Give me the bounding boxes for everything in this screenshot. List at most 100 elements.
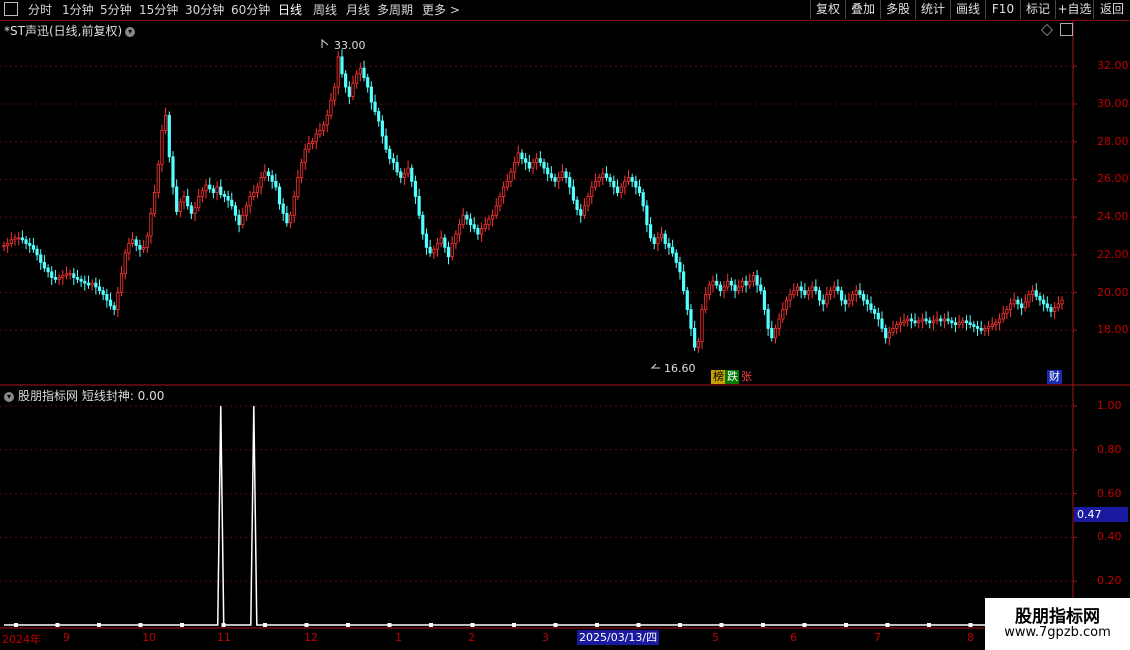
candle — [255, 183, 260, 199]
candle — [237, 209, 241, 233]
candle — [336, 51, 340, 95]
toolbar-button-8[interactable]: 返回 — [1093, 0, 1130, 19]
period-8[interactable]: 月线 — [346, 2, 370, 18]
candle — [432, 245, 436, 259]
window-menu-icon[interactable] — [4, 2, 18, 16]
candle — [575, 196, 579, 216]
date-label: 11 — [217, 631, 231, 644]
candle — [222, 190, 227, 203]
toolbar-button-3[interactable]: 统计 — [915, 0, 950, 19]
chart-canvas[interactable]: 33.00 16.60 — [0, 0, 1130, 650]
candle — [744, 275, 748, 293]
candle — [865, 294, 869, 312]
badge-zhang[interactable]: 张 — [739, 370, 754, 384]
candle — [674, 249, 678, 269]
candle — [862, 290, 866, 306]
dropdown-icon[interactable]: ▾ — [125, 26, 136, 37]
badge-bang[interactable]: 榜 — [711, 370, 726, 384]
candle — [450, 236, 454, 261]
candle — [116, 286, 120, 318]
indicator-dot — [802, 623, 807, 627]
candle — [667, 237, 671, 255]
candle — [524, 153, 528, 170]
candle — [920, 313, 925, 329]
candle — [347, 81, 351, 104]
candle — [178, 198, 182, 218]
candle — [542, 158, 546, 174]
candle — [869, 296, 873, 314]
toolbar-button-2[interactable]: 多股 — [880, 0, 915, 19]
candle — [211, 185, 215, 199]
candle — [288, 211, 293, 229]
candle — [516, 145, 520, 167]
candle — [160, 124, 164, 172]
candle — [94, 277, 98, 295]
indicator-dot — [512, 623, 516, 627]
period-7[interactable]: 周线 — [313, 2, 337, 18]
y-tick-main: 20.00 — [1097, 285, 1129, 299]
candle — [527, 154, 531, 172]
candle — [233, 202, 238, 221]
toolbar-button-6[interactable]: 标记 — [1020, 0, 1055, 19]
period-2[interactable]: 5分钟 — [100, 2, 132, 18]
candle — [950, 317, 954, 329]
candle — [1034, 283, 1038, 301]
period-1[interactable]: 1分钟 — [62, 2, 94, 18]
candle — [615, 179, 620, 197]
candle — [997, 313, 1002, 331]
candle — [873, 305, 877, 319]
candle — [682, 264, 686, 295]
watermark-url: www.7gpzb.com — [1004, 625, 1111, 640]
candle — [230, 192, 234, 210]
period-10[interactable]: 更多 > — [422, 2, 460, 18]
candle — [134, 236, 138, 252]
candle — [461, 207, 465, 229]
candle — [79, 275, 83, 287]
period-4[interactable]: 30分钟 — [185, 2, 224, 18]
candle — [164, 107, 168, 135]
toolbar-button-4[interactable]: 画线 — [950, 0, 985, 19]
period-9[interactable]: 多周期 — [377, 2, 413, 18]
period-6[interactable]: 日线 — [278, 2, 302, 18]
candle — [17, 232, 21, 246]
candle — [380, 115, 384, 144]
candle — [443, 234, 447, 253]
candle — [726, 273, 730, 291]
candle — [946, 311, 950, 325]
candle — [961, 317, 965, 329]
y-tick-main: 30.00 — [1097, 97, 1129, 110]
indicator-dropdown-icon[interactable]: ▾ — [4, 391, 14, 402]
indicator-dot — [927, 623, 931, 627]
candle — [193, 202, 197, 221]
candle — [270, 170, 274, 189]
badge-die[interactable]: 跌 — [725, 370, 740, 384]
main-chart-title: *ST声迅(日线,前复权) ▾ — [4, 22, 136, 39]
period-5[interactable]: 60分钟 — [231, 2, 270, 18]
period-0[interactable]: 分时 — [28, 2, 52, 18]
indicator-dot — [719, 623, 724, 627]
candle — [252, 185, 256, 201]
indicator-series — [4, 405, 1062, 627]
panel-toggle-icon[interactable] — [1060, 23, 1073, 36]
candle — [810, 281, 814, 299]
badge-cai[interactable]: 财 — [1047, 370, 1062, 384]
toolbar-button-1[interactable]: 叠加 — [845, 0, 880, 19]
candle — [509, 168, 513, 187]
period-3[interactable]: 15分钟 — [139, 2, 178, 18]
indicator-title: ▾ 股朋指标网 短线封神: 0.00 — [4, 387, 164, 404]
candle — [219, 179, 223, 199]
toolbar-button-5[interactable]: F10 — [985, 0, 1020, 19]
candle — [601, 168, 605, 186]
candle — [1060, 296, 1064, 310]
candle — [384, 128, 388, 154]
toolbar-button-7[interactable]: +自选 — [1055, 0, 1093, 19]
date-label: 9 — [63, 631, 70, 644]
date-label: 3 — [542, 631, 549, 644]
candle — [759, 277, 763, 295]
candle — [186, 188, 190, 210]
candle — [560, 164, 564, 182]
candle — [355, 70, 359, 89]
candle — [417, 188, 421, 220]
toolbar-button-0[interactable]: 复权 — [810, 0, 845, 19]
candle — [20, 230, 24, 244]
